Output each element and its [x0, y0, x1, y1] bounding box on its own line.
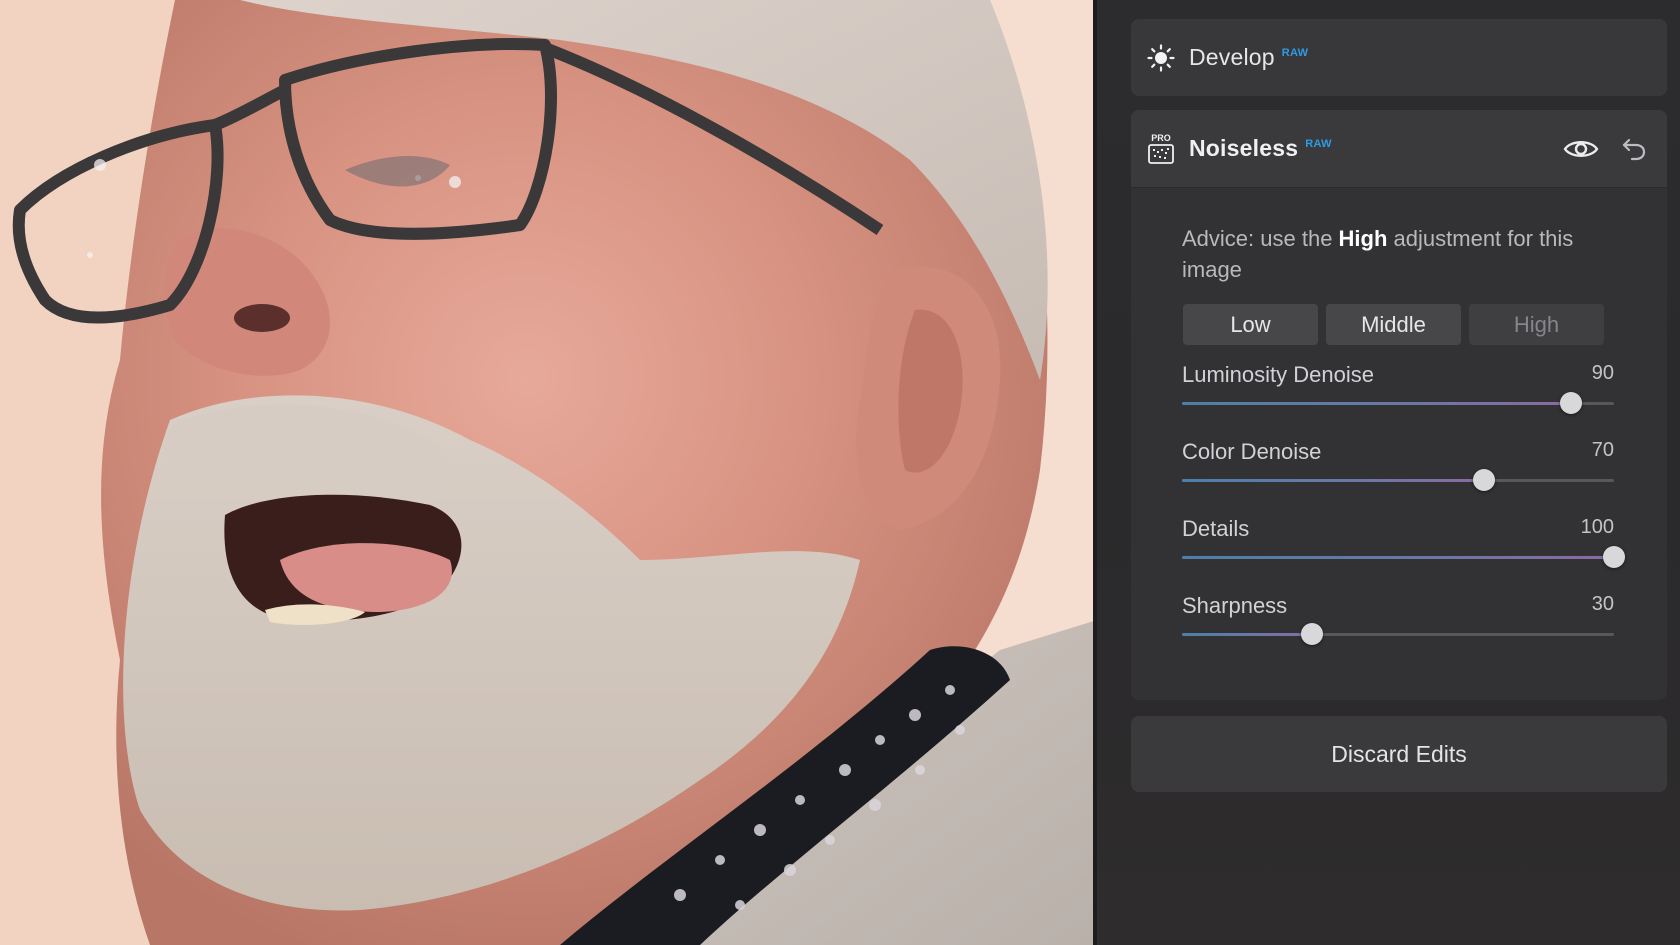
noiseless-header[interactable]: PRO Noiseless RAW: [1131, 110, 1667, 187]
advice-text: Advice: use the High adjustment for this…: [1182, 223, 1602, 285]
slider-label: Luminosity Denoise: [1182, 362, 1374, 387]
slider-label: Sharpness: [1182, 593, 1288, 618]
eye-icon[interactable]: [1562, 134, 1600, 164]
pro-badge-text: PRO: [1151, 133, 1171, 143]
slider-track[interactable]: [1182, 469, 1614, 491]
slider-value: 90: [1591, 362, 1614, 384]
color-denoise-slider: Color Denoise 70: [1182, 439, 1614, 499]
slider-thumb[interactable]: [1473, 469, 1496, 491]
slider-fill: [1182, 402, 1571, 405]
sharpness-slider: Sharpness 30: [1182, 593, 1614, 653]
slider-fill: [1182, 633, 1312, 636]
portrait-photo: [0, 0, 1097, 945]
slider-thumb[interactable]: [1300, 623, 1323, 645]
noiseless-title: Noiseless: [1189, 135, 1299, 161]
advice-prefix: Advice: use the: [1182, 226, 1339, 251]
slider-value: 70: [1591, 439, 1614, 461]
slider-label: Color Denoise: [1182, 439, 1322, 464]
advice-highlight: High: [1338, 226, 1388, 251]
preset-low-button[interactable]: Low: [1183, 304, 1318, 345]
develop-raw-badge: RAW: [1281, 47, 1309, 59]
slider-value: 30: [1591, 593, 1614, 615]
slider-thumb[interactable]: [1559, 392, 1582, 414]
develop-title: Develop: [1189, 44, 1275, 70]
slider-track[interactable]: [1182, 546, 1625, 568]
photo-canvas[interactable]: [0, 0, 1097, 945]
sun-icon: [1146, 43, 1176, 73]
undo-icon[interactable]: [1618, 132, 1650, 164]
noiseless-controls: Advice: use the High adjustment for this…: [1131, 187, 1667, 700]
slider-track[interactable]: [1182, 392, 1614, 414]
app-window: Develop RAW PRO Noiseless RAW Advice: us…: [0, 0, 1680, 945]
slider-track[interactable]: [1182, 623, 1614, 645]
details-slider: Details 100: [1182, 516, 1625, 576]
preset-selector: Low Middle High: [1183, 304, 1604, 345]
slider-fill: [1182, 479, 1485, 482]
noiseless-pro-icon: PRO: [1146, 133, 1176, 164]
discard-edits-label: Discard Edits: [1331, 740, 1467, 767]
preset-high-button[interactable]: High: [1469, 304, 1604, 345]
slider-value: 100: [1580, 516, 1614, 538]
discard-edits-button[interactable]: Discard Edits: [1131, 716, 1667, 792]
develop-header[interactable]: Develop RAW: [1131, 19, 1667, 96]
slider-fill: [1182, 556, 1614, 559]
noiseless-raw-badge: RAW: [1305, 138, 1332, 150]
adjustments-panel: Develop RAW PRO Noiseless RAW Advice: us…: [1097, 0, 1680, 945]
slider-thumb[interactable]: [1603, 546, 1625, 568]
luminosity-denoise-slider: Luminosity Denoise 90: [1182, 362, 1614, 422]
preset-middle-button[interactable]: Middle: [1326, 304, 1461, 345]
develop-section[interactable]: Develop RAW: [1131, 19, 1667, 96]
slider-label: Details: [1182, 516, 1250, 541]
